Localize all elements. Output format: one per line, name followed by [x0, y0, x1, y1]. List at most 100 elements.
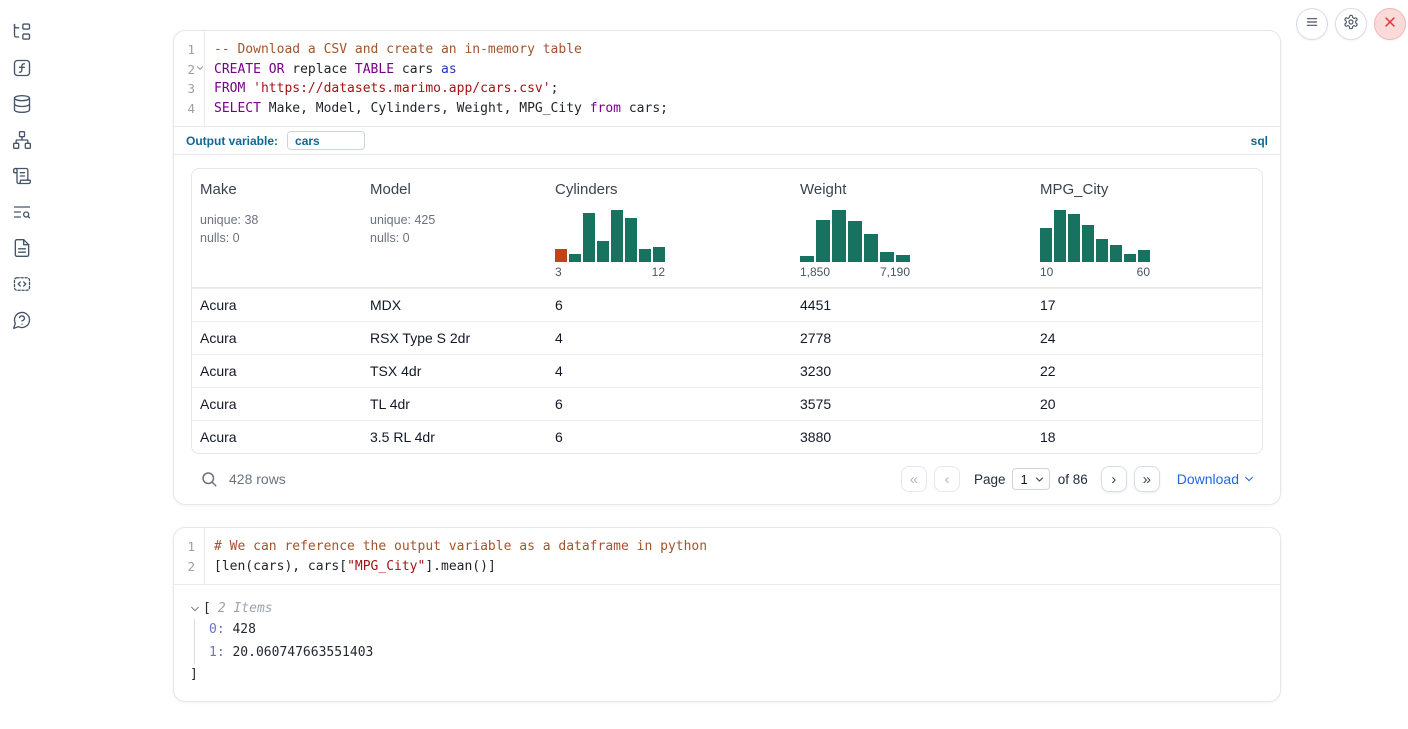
column-histogram: 1060	[1040, 208, 1254, 279]
table-cell: 3.5 RL 4dr	[362, 429, 547, 445]
sidebar-item-function[interactable]	[12, 58, 32, 78]
code-line: 1-- Download a CSV and create an in-memo…	[174, 40, 1280, 60]
python-code-editor[interactable]: 1# We can reference the output variable …	[174, 528, 1280, 584]
first-page-button[interactable]: «	[901, 466, 927, 492]
column-name: Make	[200, 181, 354, 198]
histogram-bar	[1040, 228, 1052, 262]
chevron-down-icon	[1244, 474, 1254, 484]
code-line: 2[len(cars), cars["MPG_City"].mean()]	[174, 557, 1280, 577]
fold-chevron-icon[interactable]	[196, 64, 204, 72]
table-cell: 4451	[792, 297, 1032, 313]
download-button[interactable]: Download	[1177, 471, 1254, 487]
axis-min-label: 1,850	[800, 265, 830, 279]
line-number: 2	[174, 557, 204, 577]
settings-button[interactable]	[1335, 8, 1367, 40]
column-stats: unique: 38nulls: 0	[200, 212, 354, 247]
line-number: 1	[174, 537, 204, 557]
histogram-axis-labels: 1060	[1040, 265, 1150, 279]
download-label: Download	[1177, 471, 1239, 487]
search-list-icon	[12, 202, 32, 222]
help-icon	[12, 310, 32, 330]
table-row[interactable]: Acura3.5 RL 4dr6388018	[192, 420, 1262, 453]
chevron-down-icon	[1035, 475, 1044, 484]
scroll-icon	[12, 166, 32, 186]
search-icon[interactable]	[200, 470, 218, 488]
histogram-bar	[880, 252, 894, 262]
table-row[interactable]: AcuraTL 4dr6357520	[192, 387, 1262, 420]
table-header-row: Makeunique: 38nulls: 0Modelunique: 425nu…	[192, 169, 1262, 288]
table-cell: Acura	[192, 396, 362, 412]
histogram-bar	[597, 241, 609, 262]
top-controls	[1296, 8, 1406, 40]
table-cell: 3880	[792, 429, 1032, 445]
code-text: # We can reference the output variable a…	[204, 537, 707, 557]
table-cell: TL 4dr	[362, 396, 547, 412]
table-cell: 2778	[792, 330, 1032, 346]
page-value: 1	[1020, 472, 1027, 487]
snippets-icon	[12, 274, 32, 294]
table-cell: 6	[547, 396, 792, 412]
sql-cell: 1 -- Download a CSV and create an in-memo…	[173, 30, 1281, 505]
prev-page-button[interactable]: ‹	[934, 466, 960, 492]
table-row[interactable]: AcuraRSX Type S 2dr4277824	[192, 321, 1262, 354]
sql-output-section: Makeunique: 38nulls: 0Modelunique: 425nu…	[174, 155, 1280, 504]
column-name: Weight	[800, 181, 1024, 198]
output-variable-input[interactable]	[287, 131, 365, 150]
next-page-button[interactable]: ›	[1101, 466, 1127, 492]
sql-code-editor[interactable]: 1-- Download a CSV and create an in-memo…	[174, 31, 1280, 126]
axis-max-label: 7,190	[880, 265, 910, 279]
result-table: Makeunique: 38nulls: 0Modelunique: 425nu…	[191, 168, 1263, 454]
histogram-bar	[639, 249, 651, 262]
column-histogram: 1,850 7,190	[800, 208, 1024, 279]
null-count: nulls: 0	[370, 230, 539, 248]
network-icon	[12, 130, 32, 150]
sidebar-item-file-tree[interactable]	[12, 22, 32, 42]
histogram-bar	[816, 220, 830, 262]
close-bracket: ]	[190, 664, 1264, 685]
tree-item-value: 20.060747663551403	[232, 645, 373, 660]
histogram-bars	[555, 208, 665, 262]
histogram-bar	[1054, 210, 1066, 262]
code-text: CREATE OR replace TABLE cars as	[204, 60, 457, 80]
histogram-bar	[1124, 254, 1136, 262]
table-row[interactable]: AcuraTSX 4dr4323022	[192, 354, 1262, 387]
tree-root-line: [ 2 Items	[190, 598, 1264, 619]
sidebar-item-scroll[interactable]	[12, 166, 32, 186]
sidebar-item-database[interactable]	[12, 94, 32, 114]
sidebar-item-search-list[interactable]	[12, 202, 32, 222]
table-cell: 18	[1032, 429, 1262, 445]
last-page-button[interactable]: »	[1134, 466, 1160, 492]
code-text: -- Download a CSV and create an in-memor…	[204, 40, 582, 60]
sidebar-item-network[interactable]	[12, 130, 32, 150]
histogram-bars	[1040, 208, 1150, 262]
line-number: 2	[174, 60, 204, 80]
sidebar-item-document[interactable]	[12, 238, 32, 258]
code-line: 2CREATE OR replace TABLE cars as	[174, 60, 1280, 80]
menu-button[interactable]	[1296, 8, 1328, 40]
histogram-bar	[569, 254, 581, 262]
column-name: Cylinders	[555, 181, 784, 198]
histogram-bars	[800, 208, 910, 262]
table-row[interactable]: AcuraMDX6445117	[192, 288, 1262, 321]
histogram-bar	[1082, 225, 1094, 262]
column-header-cylinders: Cylinders 312	[547, 169, 792, 287]
page-select[interactable]: 1	[1012, 468, 1049, 490]
code-text: SELECT Make, Model, Cylinders, Weight, M…	[204, 99, 668, 119]
column-name: Model	[370, 181, 539, 198]
column-histogram: 312	[555, 208, 784, 279]
shutdown-button[interactable]	[1374, 8, 1406, 40]
axis-max-label: 60	[1137, 265, 1150, 279]
chevron-down-icon[interactable]	[190, 604, 200, 614]
row-count: 428 rows	[229, 471, 286, 487]
tree-summary: 2 Items	[218, 598, 273, 619]
sidebar-item-help[interactable]	[12, 310, 32, 330]
table-cell: RSX Type S 2dr	[362, 330, 547, 346]
column-stats: unique: 425nulls: 0	[370, 212, 539, 247]
null-count: nulls: 0	[200, 230, 354, 248]
unique-count: unique: 425	[370, 212, 539, 230]
table-cell: 6	[547, 297, 792, 313]
sidebar-item-snippets[interactable]	[12, 274, 32, 294]
table-cell: 17	[1032, 297, 1262, 313]
histogram-bar	[848, 221, 862, 262]
python-cell: 1# We can reference the output variable …	[173, 527, 1281, 702]
